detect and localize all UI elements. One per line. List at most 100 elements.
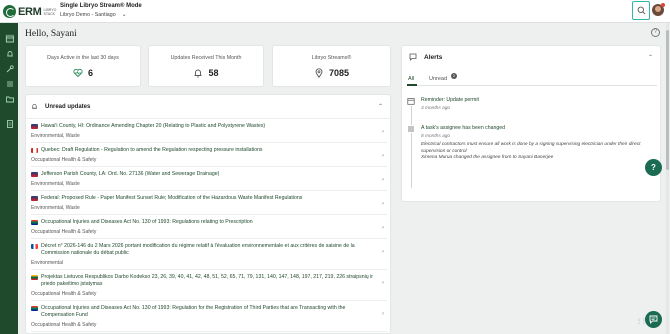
za-flag-icon — [31, 220, 38, 225]
stat-label: Libryo Streams® — [311, 55, 352, 61]
help-fab-button[interactable]: ? — [645, 159, 662, 176]
us-flag-icon — [31, 196, 38, 201]
help-icon[interactable]: ? — [651, 28, 660, 37]
map-pin-icon — [315, 68, 323, 78]
alert-time: 8 months ago — [421, 134, 451, 139]
app-logo[interactable]: ERM LIBRYO STACK — [3, 4, 58, 19]
unread-count-badge: 2 — [451, 73, 457, 79]
chevron-right-icon: › — [382, 129, 384, 135]
task-list-icon — [407, 125, 415, 133]
update-title[interactable]: Quebec: Draft Regulation - Regulation to… — [41, 147, 262, 154]
update-title[interactable]: Décret n° 2026-146 du 2 Mars 2026 portan… — [41, 243, 373, 257]
sidebar-item-tasks[interactable] — [5, 79, 14, 88]
sidebar-item-dashboard[interactable] — [5, 34, 14, 43]
unread-updates-panel: Unread updates ⌃ Hawai'i County, HI: Ord… — [25, 94, 391, 334]
workspace-selected: Libryo Demo - Santiago — [60, 11, 116, 18]
update-row[interactable]: Projektas Lietuvos Respublikos Darbo Kod… — [31, 270, 387, 301]
update-row[interactable]: Federal: Proposed Rule - Paper Manifest … — [31, 191, 387, 215]
update-tag: Occupational Health & Safety — [31, 229, 97, 235]
update-row[interactable]: Quebec: Draft Regulation - Regulation to… — [31, 143, 387, 167]
us-flag-icon — [31, 172, 38, 177]
calendar-icon — [407, 97, 415, 105]
notification-dot — [661, 3, 665, 7]
update-tag: Environmental, Waste — [31, 181, 80, 187]
top-bar: ERM LIBRYO STACK Single Libryo Stream® M… — [0, 0, 670, 23]
collapse-icon[interactable]: ⌃ — [378, 103, 383, 110]
chat-icon — [649, 315, 658, 324]
heart-pulse-icon — [73, 68, 83, 78]
tab-unread[interactable]: Unread — [429, 76, 447, 82]
alerts-panel: Alerts ⌃ All Unread 2 Reminder: Update p… — [401, 45, 661, 202]
collapse-icon[interactable]: ⌃ — [648, 54, 653, 61]
update-tag: Occupational Health & Safety — [31, 157, 97, 163]
update-row[interactable]: Hawai'i County, HI: Ordinance Amending C… — [31, 119, 387, 143]
alert-body: Electrical contractors must ensure all w… — [421, 142, 653, 162]
fr-flag-icon — [31, 244, 38, 249]
update-row[interactable]: Occupational Injuries and Diseases Act N… — [31, 215, 387, 239]
stat-value: 7085 — [328, 68, 350, 78]
alerts-title: Alerts — [424, 53, 443, 61]
chevron-right-icon: › — [382, 177, 384, 183]
tab-all[interactable]: All — [408, 76, 414, 82]
workspace-mode: Single Libryo Stream® Mode — [60, 3, 142, 9]
sidebar-item-documents[interactable] — [5, 119, 14, 128]
timeline-line — [411, 106, 412, 188]
update-tag: Occupational Health & Safety — [31, 291, 97, 297]
stat-card-streams: Libryo Streams® 7085 — [272, 45, 391, 87]
logo-text: ERM — [18, 5, 42, 18]
logo-subtitle: LIBRYO STACK — [43, 7, 57, 16]
alert-title[interactable]: Reminder: Update permit — [421, 97, 479, 103]
alert-body-text: Electrical contractors must ensure all w… — [421, 142, 641, 154]
update-title[interactable]: Federal: Proposed Rule - Paper Manifest … — [41, 195, 302, 202]
chevron-right-icon: › — [382, 280, 384, 286]
search-button[interactable] — [632, 1, 650, 20]
stat-card-days-active: Days Active in the last 30 days 6 — [25, 45, 141, 87]
stat-value: 6 — [87, 68, 93, 78]
za-flag-icon — [31, 306, 38, 311]
update-title[interactable]: Projektas Lietuvos Respublikos Darbo Kod… — [41, 274, 373, 288]
workspace-select[interactable]: Libryo Demo - Santiago ⌄ — [60, 11, 142, 19]
update-row[interactable]: Décret n° 2026-146 du 2 Mars 2026 portan… — [31, 239, 387, 270]
logo-mark-icon — [3, 5, 16, 18]
stat-card-updates: Updates Received This Month 58 — [148, 45, 264, 87]
lt-flag-icon — [31, 275, 38, 280]
dashboard-icon — [5, 35, 14, 42]
chevron-right-icon: › — [382, 201, 384, 207]
update-tag: Environmental, Waste — [31, 133, 80, 139]
search-icon — [637, 6, 645, 15]
stat-label: Updates Received This Month — [170, 55, 242, 61]
bell-icon — [6, 50, 13, 56]
sidebar-item-folders[interactable] — [5, 94, 14, 103]
workspace-switcher[interactable]: Single Libryo Stream® Mode Libryo Demo -… — [60, 3, 142, 18]
chevron-right-icon: › — [382, 311, 384, 317]
update-tag: Environmental, Waste — [31, 205, 80, 211]
chevron-right-icon: › — [382, 249, 384, 255]
wrench-icon — [6, 64, 14, 72]
stat-value: 58 — [208, 68, 219, 78]
update-title[interactable]: Hawai'i County, HI: Ordinance Amending C… — [41, 123, 265, 130]
chat-bubble-icon — [409, 53, 417, 61]
bell-icon — [194, 69, 202, 78]
us-flag-icon — [31, 124, 38, 129]
update-title[interactable]: Occupational Injuries and Diseases Act N… — [41, 219, 253, 226]
alert-title[interactable]: A task's assignee has been changed — [421, 125, 505, 131]
update-title[interactable]: Occupational Injuries and Diseases Act N… — [41, 305, 373, 319]
alert-tabs: All Unread 2 — [407, 73, 657, 86]
sidebar-item-tools[interactable] — [5, 64, 14, 73]
unread-updates-header[interactable]: Unread updates ⌃ — [26, 95, 390, 119]
sidebar-item-notifications[interactable] — [5, 49, 14, 58]
document-icon — [6, 119, 13, 128]
chevron-right-icon: › — [382, 153, 384, 159]
alerts-header[interactable]: Alerts ⌃ — [402, 46, 660, 68]
scrollbar-thumb[interactable] — [666, 30, 669, 170]
chat-fab-button[interactable] — [645, 311, 662, 328]
update-title[interactable]: Jefferson Parish County, LA: Ord. No. 27… — [41, 171, 219, 178]
update-tag: Occupational Health & Safety — [31, 322, 97, 328]
page-title: Hello, Sayani — [25, 29, 77, 39]
alert-time: 3 months ago — [421, 106, 451, 111]
update-row[interactable]: Jefferson Parish County, LA: Ord. No. 27… — [31, 167, 387, 191]
sidebar — [0, 23, 18, 334]
bell-icon — [32, 104, 37, 109]
active-tab-indicator — [407, 84, 417, 86]
update-row[interactable]: Occupational Injuries and Diseases Act N… — [31, 301, 387, 332]
